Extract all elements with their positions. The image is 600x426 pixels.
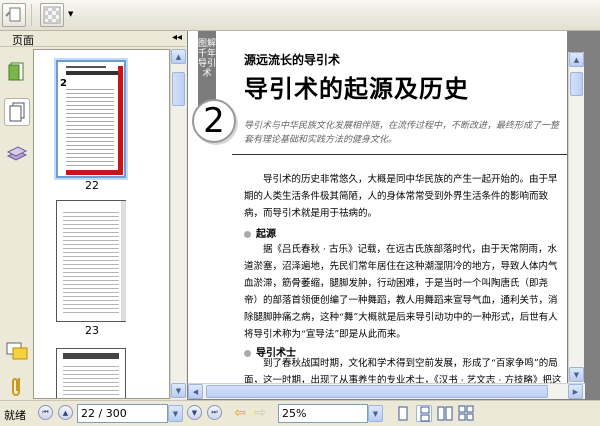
scroll-thumb[interactable] — [172, 72, 185, 106]
panel-header: 页面 ◂◂ — [0, 31, 186, 47]
series-title: 源远流长的导引术 — [244, 53, 341, 67]
status-bar: 就绪 ⏮ ▲ 22 / 300 ▼ ▼ ⏭ ⇦ ⇨ 25% ▼ — [0, 400, 600, 426]
scroll-right-icon[interactable]: ▶ — [568, 384, 583, 399]
thumbnail-label: 23 — [85, 324, 99, 337]
page-thumbnail[interactable] — [56, 200, 126, 322]
single-page-view-button[interactable] — [395, 405, 411, 422]
select-tool-button[interactable] — [2, 3, 26, 27]
checker-pattern-icon — [43, 6, 61, 24]
last-page-icon[interactable]: ⏭ — [207, 405, 222, 420]
scroll-thumb[interactable] — [206, 385, 548, 398]
first-page-icon[interactable]: ⏮ — [38, 405, 53, 420]
page-thumbnail[interactable] — [56, 348, 126, 398]
status-text: 就绪 — [4, 409, 26, 422]
pages-icon — [9, 102, 25, 122]
section-heading-origin: 起源 — [244, 225, 276, 240]
chapter-number: 2 — [192, 99, 236, 143]
chapter-title: 导引术的起源及历史 — [244, 75, 469, 103]
bookmark-icon — [8, 62, 24, 81]
pages-tab[interactable] — [4, 98, 30, 126]
continuous-facing-view-button[interactable] — [458, 405, 474, 422]
toolbar: ▼ — [0, 0, 600, 31]
panel-title: 页面 — [12, 34, 34, 47]
comments-tab[interactable] — [4, 338, 30, 366]
thumbnail-scrollbar[interactable]: ▲ ▼ — [170, 49, 186, 399]
divider — [232, 154, 567, 155]
facing-pages-icon — [437, 406, 453, 421]
page-select-icon — [5, 7, 21, 22]
scroll-down-icon[interactable]: ▼ — [171, 383, 186, 398]
document-horizontal-scrollbar[interactable]: ◀ ▶ — [188, 383, 585, 399]
page-dropdown-icon[interactable]: ▼ — [168, 405, 183, 422]
bookmarks-tab[interactable] — [4, 58, 30, 86]
zoom-field[interactable]: 25% — [278, 404, 368, 423]
paragraph-1: 导引术的历史非常悠久，大概是同中华民族的产生一起开始的。由于早期的人类生活条件极… — [244, 174, 558, 219]
bullet-dot-icon — [244, 230, 251, 238]
panel-icon-rail — [0, 48, 32, 400]
dropdown-arrow-icon[interactable]: ▼ — [68, 10, 73, 18]
thumbnail-pane: 2 22 23 — [33, 49, 170, 399]
left-panel: 页面 ◂◂ 2 22 23 ▲ ▼ — [0, 31, 186, 400]
scroll-up-icon[interactable]: ▲ — [569, 52, 584, 67]
paperclip-icon — [12, 378, 20, 396]
scroll-up-icon[interactable]: ▲ — [171, 49, 186, 64]
layers-icon — [6, 146, 28, 161]
thumbnail-red-bar — [118, 66, 123, 174]
document-page: 图解千年导引术 2 源远流长的导引术 导引术的起源及历史 导引术与中华民族文化发… — [188, 31, 567, 383]
go-back-icon[interactable]: ⇦ — [231, 405, 249, 422]
chapter-intro: 导引术与中华民族文化发展相伴随，在流传过程中，不断改进，最终形成了一整套有理论基… — [244, 121, 560, 145]
page-thumbnail[interactable]: 2 — [56, 60, 126, 178]
go-forward-icon[interactable]: ⇨ — [251, 405, 269, 422]
pdf-reader-window: ▼ 页面 ◂◂ 2 22 23 ▲ ▼ 图解千年导引术 2 源远流长的导引术 导… — [0, 0, 600, 426]
facing-view-button[interactable] — [437, 405, 453, 422]
previous-page-icon[interactable]: ▲ — [58, 405, 73, 420]
continuous-view-button[interactable] — [416, 405, 432, 422]
layers-tab[interactable] — [4, 140, 30, 168]
single-page-icon — [398, 406, 408, 421]
page-number-field[interactable]: 22 / 300 — [77, 404, 168, 423]
comment-icon — [6, 342, 28, 360]
document-vertical-scrollbar[interactable]: ▲ ▼ — [568, 52, 584, 383]
paragraph-3: 到了春秋战国时期，文化和学术得到空前发展，形成了“百家争鸣”的局面，这一时期，出… — [244, 358, 562, 383]
next-page-icon[interactable]: ▼ — [187, 405, 202, 420]
zoom-dropdown-icon[interactable]: ▼ — [368, 405, 383, 422]
collapse-panel-icon[interactable]: ◂◂ — [172, 32, 182, 43]
scroll-left-icon[interactable]: ◀ — [188, 384, 203, 399]
continuous-page-icon — [420, 406, 430, 422]
toolbar-separator — [31, 4, 32, 26]
thumbnail-label: 22 — [85, 179, 99, 192]
paragraph-2: 据《吕氏春秋 · 古乐》记载，在远古氏族部落时代，由于天常阴雨，水道淤塞，沼泽遍… — [244, 244, 558, 340]
attachments-tab[interactable] — [4, 372, 30, 400]
scroll-down-icon[interactable]: ▼ — [569, 367, 584, 382]
scroll-thumb[interactable] — [570, 72, 583, 96]
background-pattern-button[interactable] — [40, 3, 64, 27]
continuous-facing-icon — [458, 405, 474, 421]
document-view: 图解千年导引术 2 源远流长的导引术 导引术的起源及历史 导引术与中华民族文化发… — [187, 31, 600, 400]
